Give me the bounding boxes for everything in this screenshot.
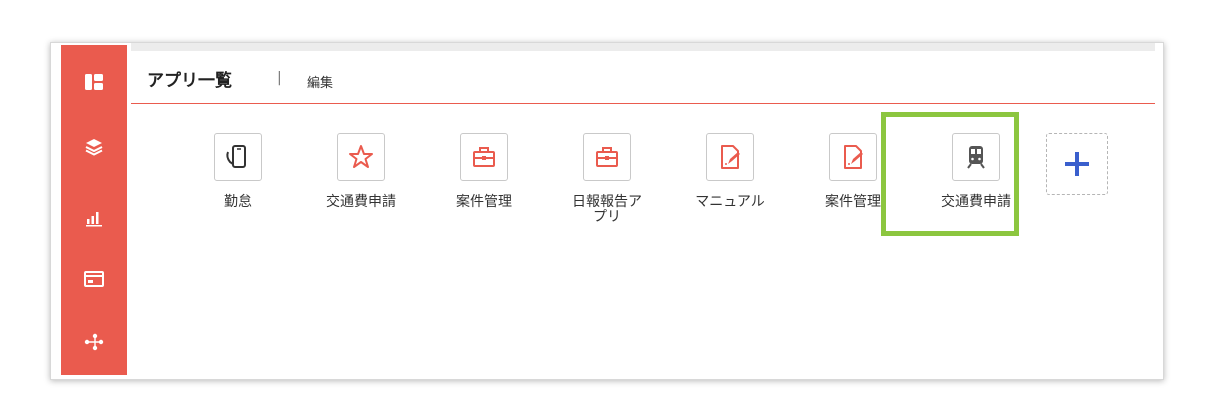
app-tile-expense[interactable]: 交通費申請 [316,133,406,210]
app-tile-project[interactable]: 案件管理 [439,133,529,210]
tile-box [460,133,508,181]
briefcase-icon [473,147,495,167]
app-label: 日報報告ア プリ [572,194,642,225]
sidebar [61,45,127,375]
briefcase-icon [596,147,618,167]
document-edit-icon [721,145,740,169]
app-label: 案件管理 [456,194,512,210]
app-tile-manual[interactable]: マニュアル [685,133,775,210]
dashboard-icon[interactable] [82,70,106,94]
analytics-icon[interactable] [82,205,106,229]
selection-highlight [881,112,1019,236]
tile-box [214,133,262,181]
tile-box [706,133,754,181]
page-title: アプリ一覧 [147,71,232,91]
app-label: 交通費申請 [326,194,396,210]
app-label: マニュアル [695,194,765,210]
header: アプリ一覧 | 編集 [131,51,1155,104]
network-icon[interactable] [82,330,106,354]
tile-box [583,133,631,181]
star-icon [349,145,373,168]
tile-box [337,133,385,181]
app-tile-attendance[interactable]: 勤怠 [193,133,283,210]
plus-icon [1065,152,1089,176]
document-edit-icon [844,145,863,169]
layers-icon[interactable] [82,135,106,159]
main-panel: アプリ一覧 | 編集 勤怠 交通費申請 案件管理 日報報告ア プリ マニュアル … [131,43,1163,379]
app-window: アプリ一覧 | 編集 勤怠 交通費申請 案件管理 日報報告ア プリ マニュアル … [50,42,1164,380]
top-strip [131,43,1155,51]
add-app-button[interactable] [1046,133,1108,195]
edit-link[interactable]: 編集 [307,72,333,91]
app-label: 勤怠 [224,194,252,210]
app-tile-daily-report[interactable]: 日報報告ア プリ [562,133,652,225]
tile-box [829,133,877,181]
smartphone-icon [226,145,246,168]
card-icon[interactable] [82,267,106,291]
header-separator: | [277,70,282,86]
